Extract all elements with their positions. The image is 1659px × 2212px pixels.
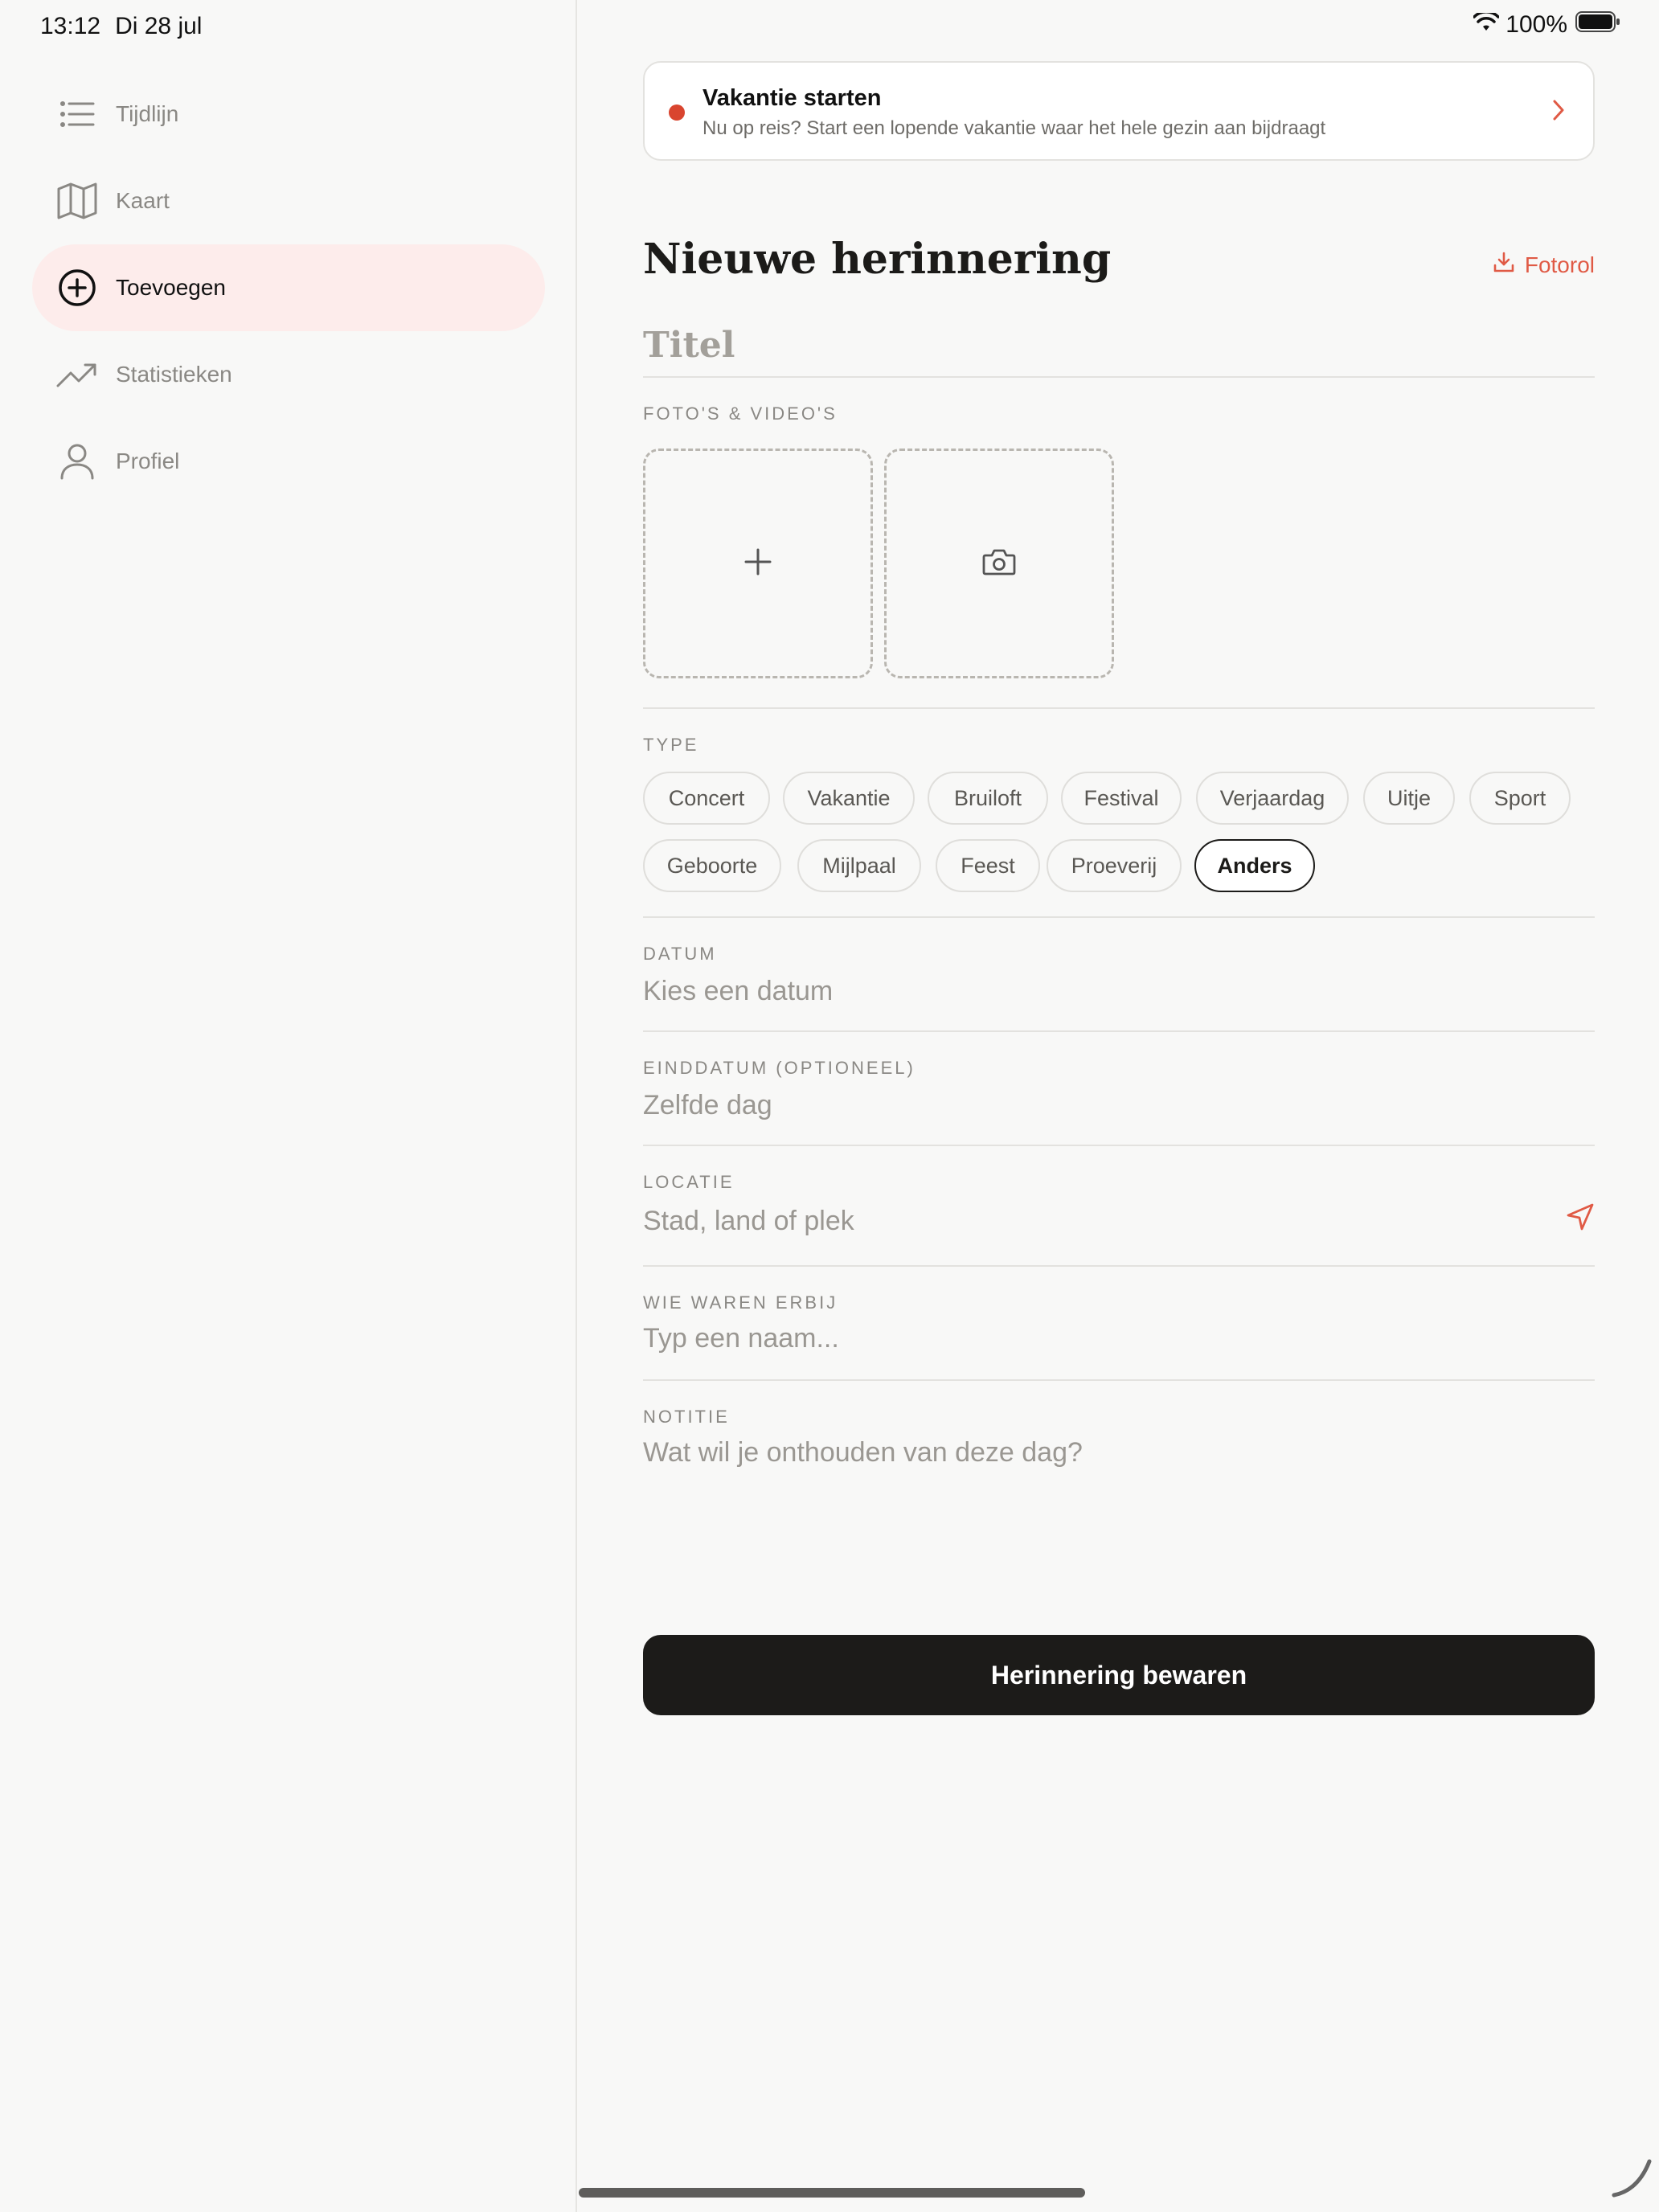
notitie-label: NOTITIE <box>643 1407 730 1427</box>
notitie-textarea[interactable]: Wat wil je onthouden van deze dag? <box>643 1437 1083 1469</box>
type-chip-proeverij[interactable]: Proeverij <box>1047 839 1182 892</box>
type-chip-verjaardag[interactable]: Verjaardag <box>1196 772 1349 825</box>
datum-field[interactable]: Kies een datum <box>643 976 833 1007</box>
type-chip-festival[interactable]: Festival <box>1061 772 1182 825</box>
type-chip-feest[interactable]: Feest <box>936 839 1040 892</box>
camera-icon <box>982 548 1016 580</box>
battery-percentage: 100% <box>1505 11 1567 38</box>
sidebar-item-label: Tijdlijn <box>116 101 179 126</box>
camera-button[interactable] <box>884 449 1114 678</box>
main-content: 100% Vakantie starten Nu op reis? Start … <box>579 0 1659 2212</box>
trend-up-icon <box>56 354 98 395</box>
download-icon <box>1493 251 1525 279</box>
einddatum-label: EINDDATUM (OPTIONEEL) <box>643 1058 916 1078</box>
sidebar-item-label: Toevoegen <box>116 275 227 300</box>
banner-subtitle: Nu op reis? Start een lopende vakantie w… <box>703 117 1326 139</box>
wifi-icon <box>1473 10 1501 39</box>
save-button[interactable]: Herinnering bewaren <box>643 1635 1595 1715</box>
divider <box>643 916 1595 918</box>
sidebar-item-tijdlijn[interactable]: Tijdlijn <box>32 71 545 158</box>
type-chip-concert[interactable]: Concert <box>643 772 770 825</box>
wie-label: WIE WAREN ERBIJ <box>643 1292 838 1313</box>
sidebar-item-profiel[interactable]: Profiel <box>32 418 545 505</box>
location-arrow-icon[interactable] <box>1566 1202 1595 1235</box>
vacation-banner[interactable]: Vakantie starten Nu op reis? Start een l… <box>643 61 1595 161</box>
sidebar-item-label: Statistieken <box>116 362 232 387</box>
divider <box>643 1379 1595 1381</box>
sidebar-item-label: Profiel <box>116 449 180 473</box>
fotorol-label: Fotorol <box>1524 252 1595 277</box>
sidebar-item-toevoegen[interactable]: Toevoegen <box>32 244 545 331</box>
type-chip-uitje[interactable]: Uitje <box>1363 772 1455 825</box>
locatie-field[interactable]: Stad, land of plek <box>643 1206 854 1237</box>
media-section-label: FOTO'S & VIDEO'S <box>643 403 838 424</box>
status-time-date: 13:12 Di 28 jul <box>40 13 202 40</box>
fotorol-button[interactable]: Fotorol <box>1493 251 1595 279</box>
plus-icon <box>744 548 772 580</box>
divider <box>643 1145 1595 1146</box>
pencil-indicator-icon <box>1609 2155 1654 2204</box>
type-section-label: TYPE <box>643 735 699 755</box>
status-dot <box>669 104 685 121</box>
sidebar-item-kaart[interactable]: Kaart <box>32 158 545 244</box>
page-title: Nieuwe herinnering <box>643 235 1112 284</box>
person-icon <box>56 440 98 482</box>
banner-title: Vakantie starten <box>703 85 882 111</box>
add-media-button[interactable] <box>643 449 873 678</box>
sidebar-item-label: Kaart <box>116 188 170 213</box>
sidebar: 13:12 Di 28 jul Tijdlijn Kaart Toevoegen <box>0 0 577 2212</box>
status-time: 13:12 <box>40 13 101 39</box>
wie-input[interactable]: Typ een naam... <box>643 1323 839 1354</box>
divider <box>643 1265 1595 1267</box>
chevron-right-icon <box>1551 98 1566 126</box>
einddatum-field[interactable]: Zelfde dag <box>643 1090 772 1121</box>
locatie-label: LOCATIE <box>643 1172 735 1192</box>
plus-circle-icon <box>56 267 98 309</box>
type-chip-mijlpaal[interactable]: Mijlpaal <box>797 839 921 892</box>
type-chip-geboorte[interactable]: Geboorte <box>643 839 781 892</box>
map-icon <box>56 180 98 222</box>
type-chip-vakantie[interactable]: Vakantie <box>783 772 915 825</box>
battery-icon <box>1575 11 1620 39</box>
divider <box>643 707 1595 709</box>
datum-label: DATUM <box>643 944 717 964</box>
status-date: Di 28 jul <box>115 13 203 39</box>
divider <box>643 1030 1595 1032</box>
home-indicator[interactable] <box>579 2188 1085 2198</box>
type-chip-anders[interactable]: Anders <box>1194 839 1315 892</box>
type-chip-sport[interactable]: Sport <box>1469 772 1571 825</box>
type-chip-bruiloft[interactable]: Bruiloft <box>928 772 1048 825</box>
title-input[interactable] <box>643 313 1595 378</box>
list-icon <box>56 93 98 135</box>
sidebar-item-statistieken[interactable]: Statistieken <box>32 331 545 418</box>
status-indicators: 100% <box>1473 10 1620 39</box>
